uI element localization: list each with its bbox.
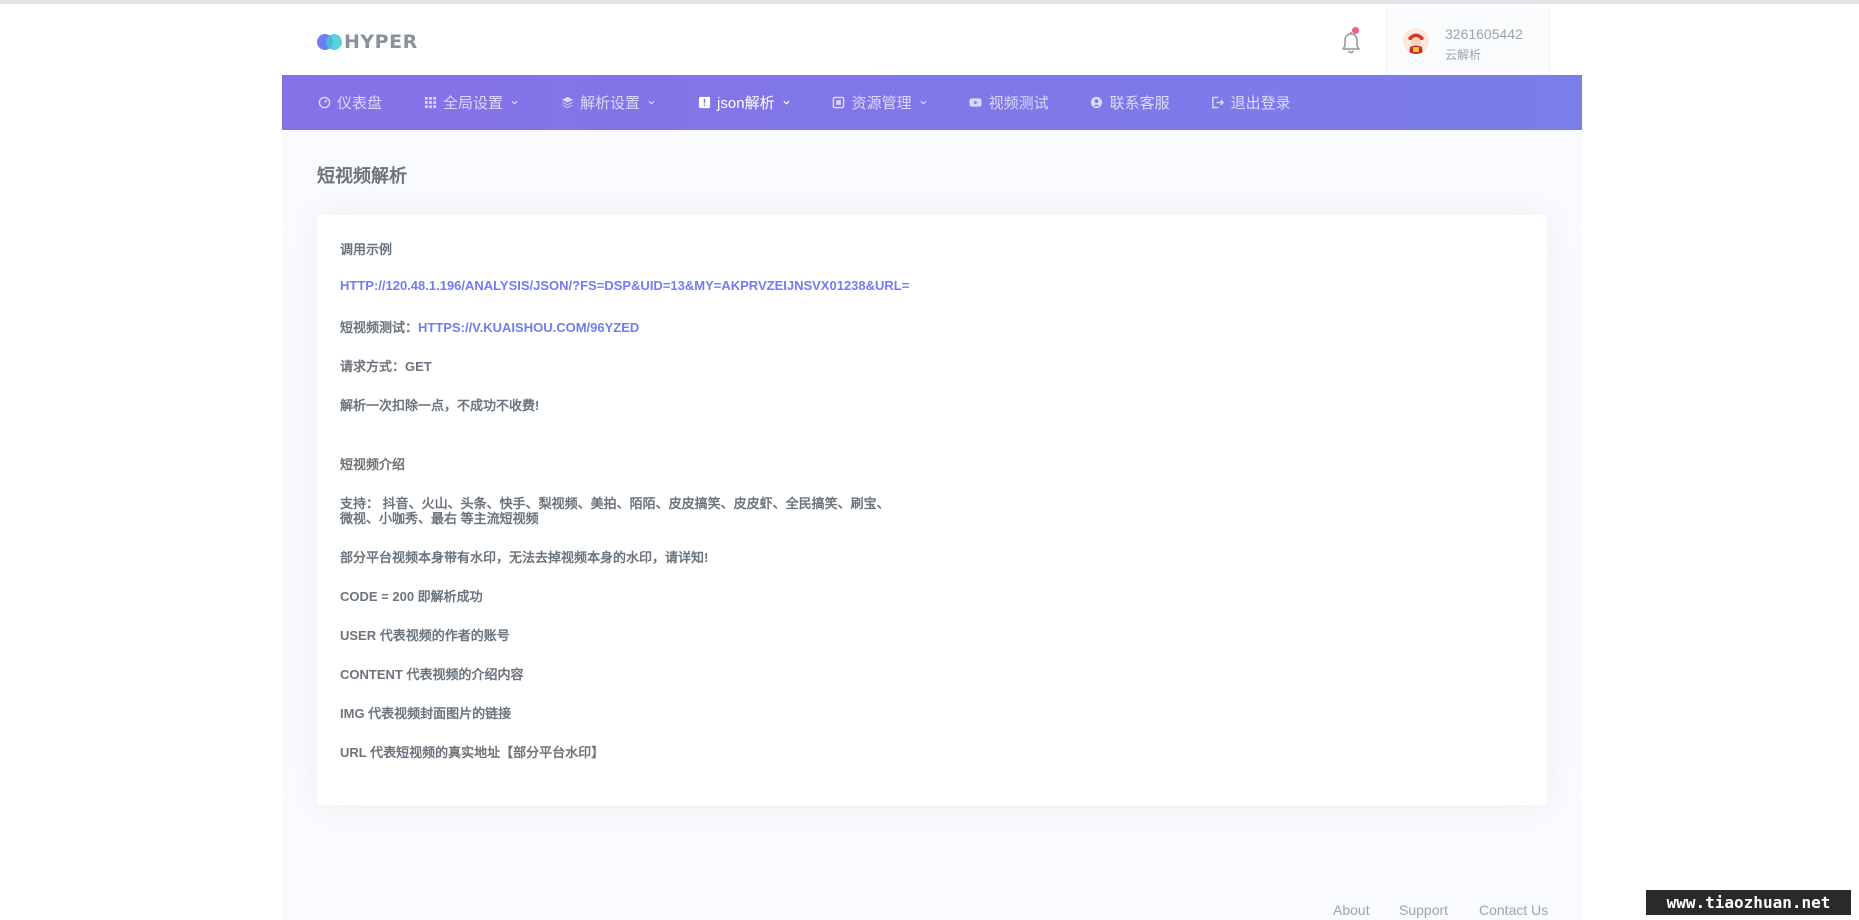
avatar [1403,28,1429,54]
chevron-down-icon [782,100,790,105]
bell-icon[interactable] [1336,28,1366,58]
nav-label: 视频测试 [988,95,1049,112]
youtube-icon [969,96,983,110]
chevron-down-icon [919,100,927,105]
site-watermark: www.tiaozhuan.net [1646,890,1851,915]
test-label: 短视频测试： [340,320,419,335]
nav-item-resource-management[interactable]: 资源管理 [832,92,928,113]
app-wrapper: HYPER 3261605442 云解析 仪表盘 全局设置 解析设置 json解… [282,4,1582,920]
support-line-2: 微视、小咖秀、最右 等主流短视频 [340,511,539,526]
user-id: 3261605442 [1445,26,1523,42]
dashboard-icon [317,96,331,110]
footer-support-link[interactable]: Support [1399,902,1448,918]
url-note: URL 代表短视频的真实地址【部分平台水印】 [340,745,605,760]
fee-note: 解析一次扣除一点，不成功不收费! [340,398,540,413]
footer-contact-link[interactable]: Contact Us [1479,902,1548,918]
footer-about-link[interactable]: About [1333,902,1370,918]
user-note: USER 代表视频的作者的账号 [340,628,510,643]
footer: About Support Contact Us [282,884,1582,920]
img-note: IMG 代表视频封面图片的链接 [340,706,512,721]
box-icon [832,96,846,110]
logo-mark-icon [317,33,343,51]
user-circle-icon [1090,96,1104,110]
user-role: 云解析 [1445,48,1482,62]
logo[interactable]: HYPER [317,30,418,54]
layers-icon [560,96,574,110]
logout-icon [1211,96,1225,110]
logo-text: HYPER [344,31,418,53]
user-menu[interactable]: 3261605442 云解析 [1386,8,1550,75]
nav-label: 联系客服 [1109,95,1170,112]
api-doc-card: 调用示例 HTTP://120.48.1.196/ANALYSIS/JSON/?… [317,215,1547,805]
grid-icon [423,96,437,110]
nav-item-contact-support[interactable]: 联系客服 [1090,92,1170,113]
nav-item-global-settings[interactable]: 全局设置 [423,92,519,113]
nav-item-json-parse[interactable]: json解析 [697,92,791,113]
nav-label: 退出登录 [1230,95,1291,112]
test-line: 短视频测试：HTTPS://V.KUAISHOU.COM/96YZED [340,317,639,336]
notification-dot [1352,27,1359,34]
test-url-link[interactable]: HTTPS://V.KUAISHOU.COM/96YZED [418,320,639,335]
api-url-link[interactable]: HTTP://120.48.1.196/ANALYSIS/JSON/?FS=DS… [340,278,909,293]
example-heading: 调用示例 [340,242,393,257]
request-method: 请求方式：GET [340,359,432,374]
code-note: CODE = 200 即解析成功 [340,589,483,604]
nav-item-video-test[interactable]: 视频测试 [969,92,1049,113]
nav-label: 全局设置 [443,95,504,112]
chevron-down-icon [511,100,518,105]
nav-item-logout[interactable]: 退出登录 [1211,92,1291,113]
watermark-note: 部分平台视频本身带有水印，无法去掉视频本身的水印，请详知! [340,550,709,565]
nav-label: 解析设置 [580,95,641,112]
info-icon [697,96,711,110]
nav-item-dashboard[interactable]: 仪表盘 [317,92,382,113]
nav-label: 资源管理 [851,95,912,112]
nav-label: json解析 [717,95,775,112]
chevron-down-icon [648,100,655,105]
intro-heading: 短视频介绍 [340,457,406,472]
topbar: HYPER 3261605442 云解析 [282,4,1582,75]
content-note: CONTENT 代表视频的介绍内容 [340,667,524,682]
nav-label: 仪表盘 [337,95,383,112]
main-navbar: 仪表盘 全局设置 解析设置 json解析 资源管理 视频测试 联系客服 退出登录 [282,75,1582,130]
page-title: 短视频解析 [317,166,407,186]
nav-item-parse-settings[interactable]: 解析设置 [560,92,656,113]
